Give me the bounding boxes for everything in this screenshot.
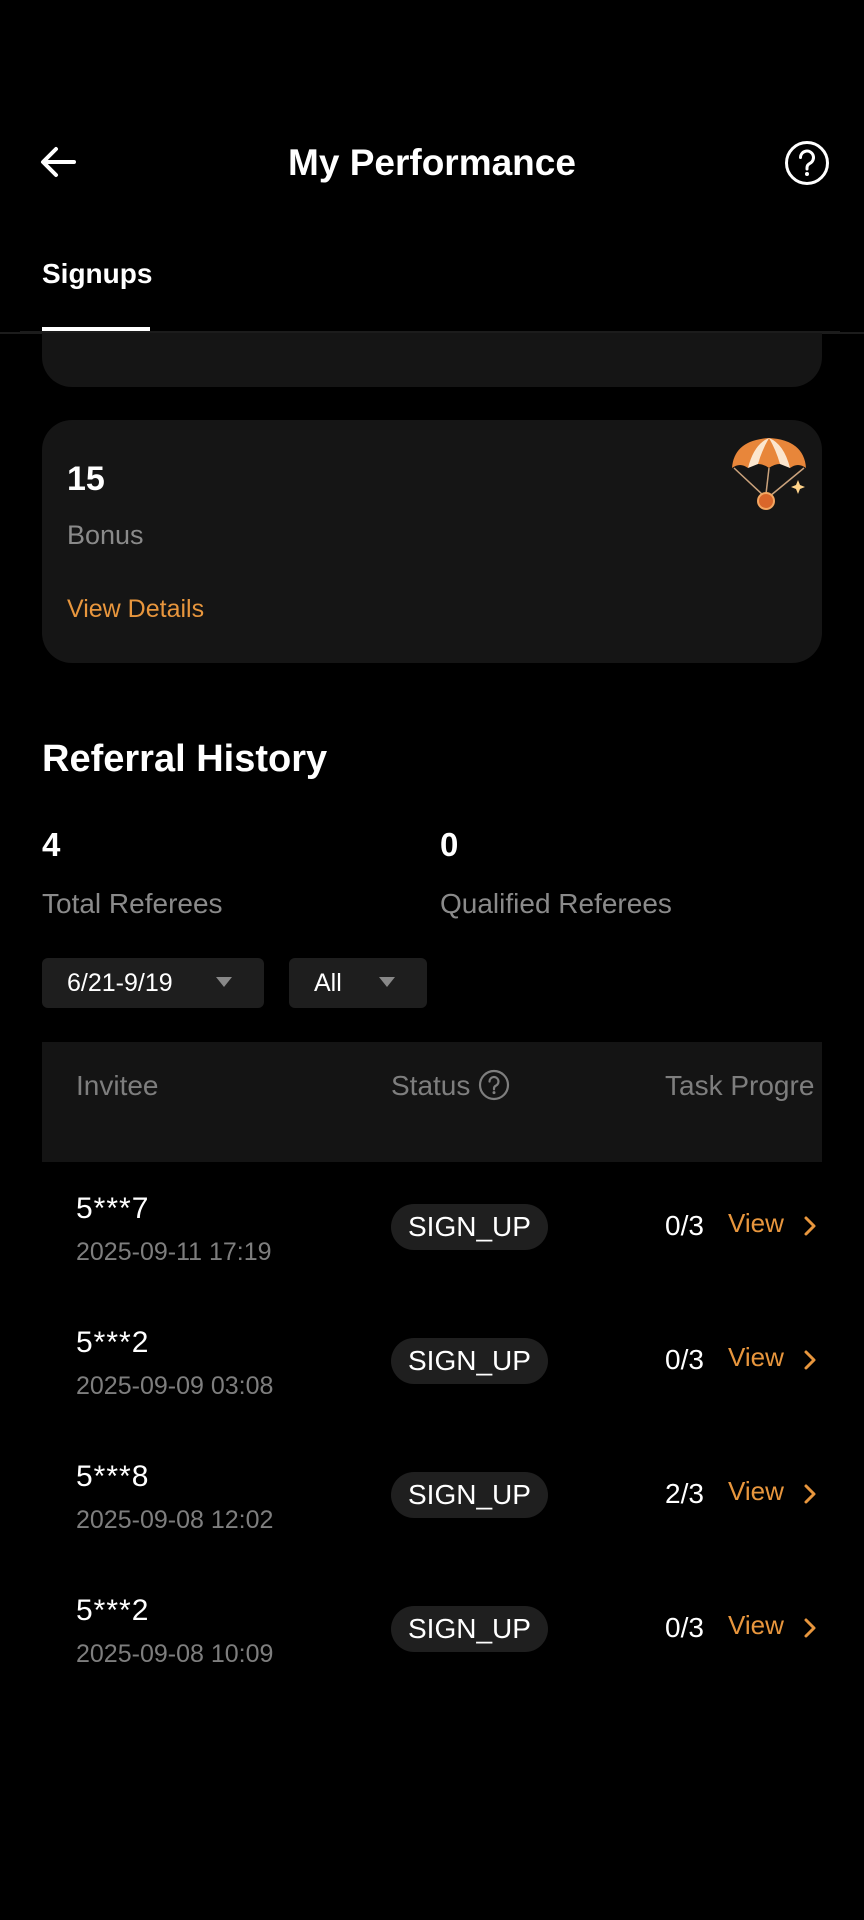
invitee-date: 2025-09-08 12:02 — [76, 1506, 274, 1534]
top-bar: My Performance — [0, 110, 864, 220]
status-badge: SIGN_UP — [391, 1204, 548, 1250]
table-header: Invitee Status Task Progre — [42, 1042, 822, 1162]
table-body: 5***7 2025-09-11 17:19 SIGN_UP 0/3 View … — [42, 1176, 822, 1716]
stat-value: 0 — [440, 826, 459, 863]
tab-signups-label[interactable]: Signups — [42, 258, 152, 290]
view-link[interactable]: View — [728, 1476, 784, 1507]
invitee-date: 2025-09-11 17:19 — [76, 1238, 272, 1266]
date-range-value: 6/21-9/19 — [67, 969, 173, 997]
chevron-right-icon[interactable] — [800, 1214, 820, 1238]
task-progress: 2/3 — [665, 1478, 704, 1509]
stat-label: Total Referees — [42, 888, 223, 919]
column-header-status: Status — [391, 1070, 510, 1102]
invitee-id: 5***8 — [76, 1460, 150, 1493]
view-link[interactable]: View — [728, 1208, 784, 1239]
view-link[interactable]: View — [728, 1342, 784, 1373]
bonus-card: 15 Bonus View Details — [42, 420, 822, 663]
table-row: 5***8 2025-09-08 12:02 SIGN_UP 2/3 View — [42, 1444, 822, 1578]
caret-down-icon — [216, 977, 232, 987]
column-header-status-label: Status — [391, 1070, 471, 1101]
status-badge: SIGN_UP — [391, 1338, 548, 1384]
table-row: 5***2 2025-09-09 03:08 SIGN_UP 0/3 View — [42, 1310, 822, 1444]
tab-divider — [20, 331, 840, 333]
table-row: 5***7 2025-09-11 17:19 SIGN_UP 0/3 View — [42, 1176, 822, 1310]
date-range-dropdown[interactable]: 6/21-9/19 — [42, 958, 264, 1008]
invitee-id: 5***2 — [76, 1594, 150, 1627]
stat-value: 4 — [42, 826, 61, 863]
bonus-value: 15 — [67, 460, 105, 498]
page-title: My Performance — [288, 142, 576, 183]
task-progress: 0/3 — [665, 1344, 704, 1375]
help-button[interactable] — [784, 140, 830, 186]
column-header-invitee: Invitee — [76, 1070, 159, 1101]
status-badge: SIGN_UP — [391, 1472, 548, 1518]
status-filter-value: All — [314, 969, 342, 997]
parachute-coin-icon — [724, 430, 814, 520]
task-progress: 0/3 — [665, 1612, 704, 1643]
status-badge: SIGN_UP — [391, 1606, 548, 1652]
invitee-date: 2025-09-08 10:09 — [76, 1640, 274, 1668]
total-referees-stat: 4 Total Referees — [42, 826, 223, 920]
question-circle-icon — [785, 141, 829, 185]
bonus-label: Bonus — [67, 520, 144, 550]
tab-bar-overlay: Signups — [0, 238, 864, 334]
invitee-date: 2025-09-09 03:08 — [76, 1372, 274, 1400]
chevron-right-icon[interactable] — [800, 1482, 820, 1506]
view-details-link[interactable]: View Details — [67, 595, 204, 624]
column-header-task-progress: Task Progre — [665, 1070, 815, 1101]
qualified-referees-stat: 0 Qualified Referees — [440, 826, 672, 920]
task-progress: 0/3 — [665, 1210, 704, 1241]
status-filter-dropdown[interactable]: All — [289, 958, 427, 1008]
stat-label: Qualified Referees — [440, 888, 672, 919]
caret-down-icon — [379, 977, 395, 987]
invitee-id: 5***2 — [76, 1326, 150, 1359]
section-title: Referral History — [42, 738, 328, 780]
table-row: 5***2 2025-09-08 10:09 SIGN_UP 0/3 View — [42, 1578, 822, 1712]
chevron-right-icon[interactable] — [800, 1348, 820, 1372]
view-link[interactable]: View — [728, 1610, 784, 1641]
invitee-id: 5***7 — [76, 1192, 150, 1225]
chevron-right-icon[interactable] — [800, 1616, 820, 1640]
question-circle-icon[interactable] — [478, 1069, 510, 1101]
